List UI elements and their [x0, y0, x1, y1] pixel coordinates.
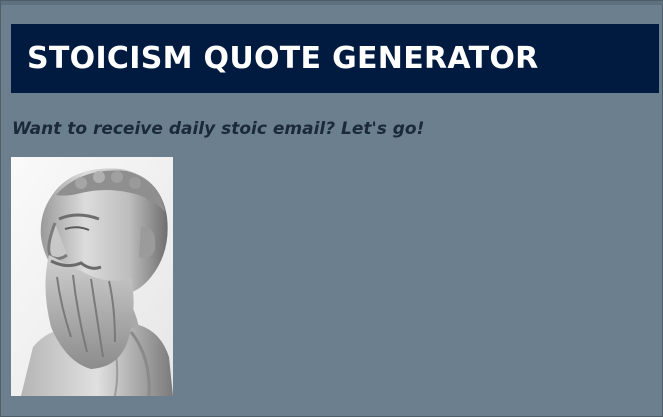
top-strip — [1, 1, 663, 5]
page-header: STOICISM QUOTE GENERATOR — [11, 24, 659, 93]
philosopher-bust-image — [11, 157, 173, 396]
tagline: Want to receive daily stoic email? Let's… — [12, 119, 425, 139]
page-title: STOICISM QUOTE GENERATOR — [27, 41, 539, 76]
